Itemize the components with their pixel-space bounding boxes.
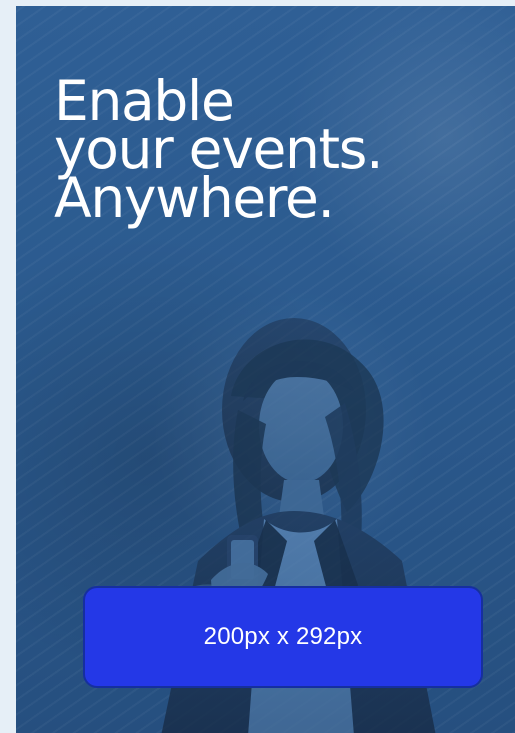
- headline-line-anywhere: Anywhere.: [54, 165, 335, 230]
- size-label-text: 200px x 292px: [203, 623, 363, 650]
- page: Enable your events. Anywhere. 200px x 29…: [0, 0, 515, 733]
- size-label-box: 200px x 292px: [83, 586, 483, 688]
- event-ad-banner: Enable your events. Anywhere. 200px x 29…: [16, 6, 515, 733]
- banner-headline: Enable your events. Anywhere.: [54, 73, 484, 230]
